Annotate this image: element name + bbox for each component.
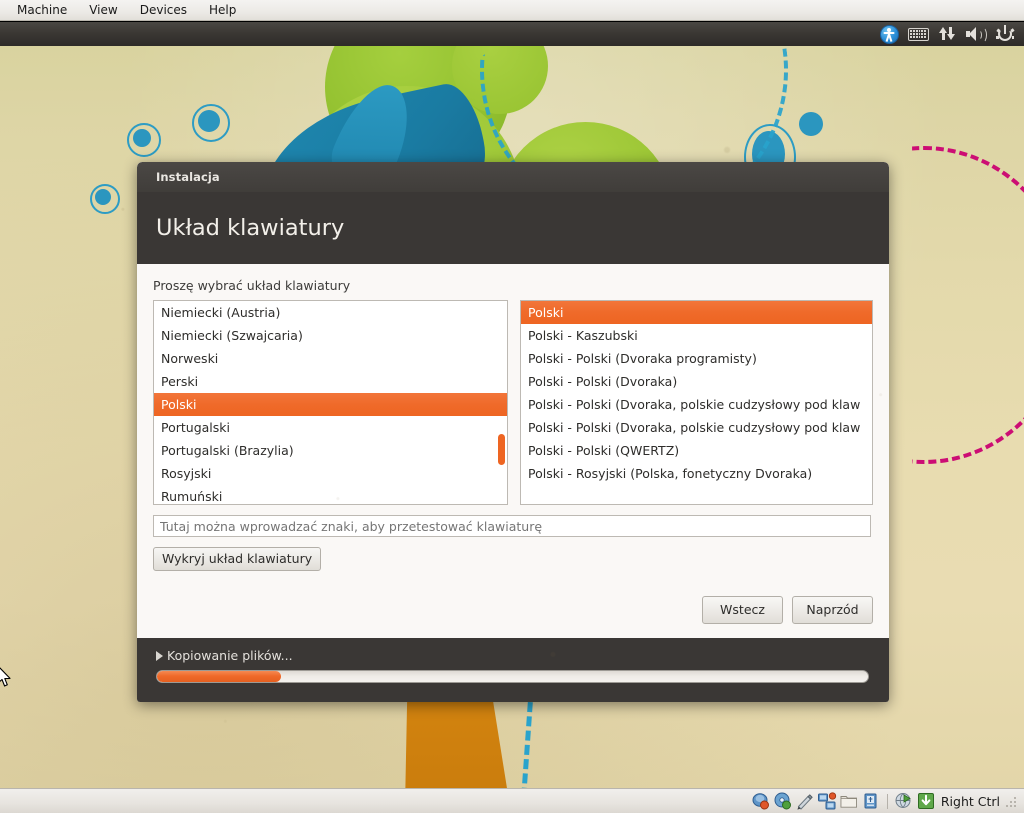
menu-devices[interactable]: Devices bbox=[129, 1, 198, 20]
hard-disk-icon[interactable] bbox=[751, 792, 771, 810]
optical-drive-icon[interactable] bbox=[773, 792, 793, 810]
guest-top-panel bbox=[0, 22, 1024, 46]
network-adapter-icon[interactable] bbox=[817, 792, 837, 810]
next-button[interactable]: Naprzód bbox=[792, 596, 873, 624]
keyboard-test-input[interactable] bbox=[153, 515, 871, 537]
menu-machine[interactable]: Machine bbox=[6, 1, 78, 20]
wallpaper-teal-dot bbox=[198, 110, 220, 132]
list-item[interactable]: Norweski bbox=[154, 347, 507, 370]
accessibility-icon[interactable] bbox=[875, 23, 903, 45]
list-item[interactable]: Niemiecki (Szwajcaria) bbox=[154, 324, 507, 347]
wallpaper-orange-shape bbox=[405, 702, 510, 788]
resize-grip[interactable] bbox=[1006, 795, 1018, 807]
expander-triangle-icon[interactable] bbox=[156, 650, 163, 661]
host-status-bar: Right Ctrl bbox=[0, 788, 1024, 813]
menu-help[interactable]: Help bbox=[198, 1, 247, 20]
list-item[interactable]: Polski - Polski (Dvoraka, polskie cudzys… bbox=[521, 416, 872, 439]
page-title: Układ klawiatury bbox=[156, 215, 345, 241]
floppy-drive-icon[interactable] bbox=[795, 792, 815, 810]
progress-status-text: Kopiowanie plików... bbox=[167, 648, 293, 663]
mouse-capture-icon[interactable] bbox=[916, 792, 936, 810]
list-item[interactable]: Polski - Polski (Dvoraka, polskie cudzys… bbox=[521, 393, 872, 416]
list-item[interactable]: Polski - Kaszubski bbox=[521, 324, 872, 347]
wallpaper-teal-dot bbox=[95, 189, 111, 205]
list-item-selected[interactable]: Polski bbox=[154, 393, 507, 416]
progress-bar bbox=[156, 670, 869, 683]
shared-folders-icon[interactable] bbox=[839, 792, 859, 810]
list-item[interactable]: Polski - Polski (Dvoraka) bbox=[521, 370, 872, 393]
keyboard-indicator-icon[interactable] bbox=[904, 23, 932, 45]
dialog-title-bar: Instalacja bbox=[137, 162, 889, 192]
dialog-title: Instalacja bbox=[156, 170, 220, 184]
detect-keyboard-button[interactable]: Wykryj układ klawiatury bbox=[153, 547, 322, 571]
list-item[interactable]: Rosyjski bbox=[154, 462, 507, 485]
layout-list-scrollbar[interactable] bbox=[498, 434, 505, 465]
menu-view[interactable]: View bbox=[78, 1, 128, 20]
installer-dialog: Instalacja Układ klawiatury Proszę wybra… bbox=[137, 162, 889, 702]
virtualbox-window: Machine View Devices Help Instalacja Ukł… bbox=[0, 0, 1024, 813]
mouse-cursor bbox=[0, 667, 11, 687]
list-item[interactable]: Perski bbox=[154, 370, 507, 393]
network-icon[interactable] bbox=[933, 23, 961, 45]
host-key-label: Right Ctrl bbox=[940, 793, 1000, 809]
list-item[interactable]: Niemiecki (Austria) bbox=[154, 301, 507, 324]
volume-icon[interactable] bbox=[962, 23, 990, 45]
remote-display-icon[interactable] bbox=[894, 792, 914, 810]
host-menu-bar: Machine View Devices Help bbox=[0, 0, 1024, 21]
list-item-selected[interactable]: Polski bbox=[521, 301, 872, 324]
list-item[interactable]: Rumuński bbox=[154, 485, 507, 504]
list-item[interactable]: Polski - Polski (QWERTZ) bbox=[521, 439, 872, 462]
list-item[interactable]: Portugalski bbox=[154, 416, 507, 439]
keyboard-lists: Niemiecki (Austria) Niemiecki (Szwajcari… bbox=[153, 300, 873, 505]
power-icon[interactable] bbox=[991, 23, 1019, 45]
list-item[interactable]: Polski - Rosyjski (Polska, fonetyczny Dv… bbox=[521, 462, 872, 485]
back-button[interactable]: Wstecz bbox=[702, 596, 783, 624]
navigation-buttons: Wstecz Naprzód bbox=[702, 596, 873, 624]
dialog-header: Układ klawiatury bbox=[137, 192, 889, 264]
dialog-footer: Kopiowanie plików... bbox=[137, 638, 889, 702]
wallpaper-teal-dot bbox=[799, 112, 823, 136]
keyboard-layout-list[interactable]: Niemiecki (Austria) Niemiecki (Szwajcari… bbox=[153, 300, 508, 505]
list-item[interactable]: Portugalski (Brazylia) bbox=[154, 439, 507, 462]
desktop-wallpaper: Instalacja Układ klawiatury Proszę wybra… bbox=[0, 46, 1024, 788]
dialog-body: Proszę wybrać układ klawiatury Niemiecki… bbox=[137, 264, 889, 638]
wallpaper-dashed-line bbox=[520, 701, 533, 788]
wallpaper-teal-dot bbox=[133, 129, 151, 147]
prompt-label: Proszę wybrać układ klawiatury bbox=[153, 278, 351, 293]
status-bar-separator bbox=[886, 793, 888, 809]
progress-bar-fill bbox=[157, 671, 282, 682]
usb-icon[interactable] bbox=[861, 792, 881, 810]
keyboard-variant-list[interactable]: Polski Polski - Kaszubski Polski - Polsk… bbox=[520, 300, 873, 505]
list-item[interactable]: Polski - Polski (Dvoraka programisty) bbox=[521, 347, 872, 370]
progress-status[interactable]: Kopiowanie plików... bbox=[156, 648, 870, 663]
